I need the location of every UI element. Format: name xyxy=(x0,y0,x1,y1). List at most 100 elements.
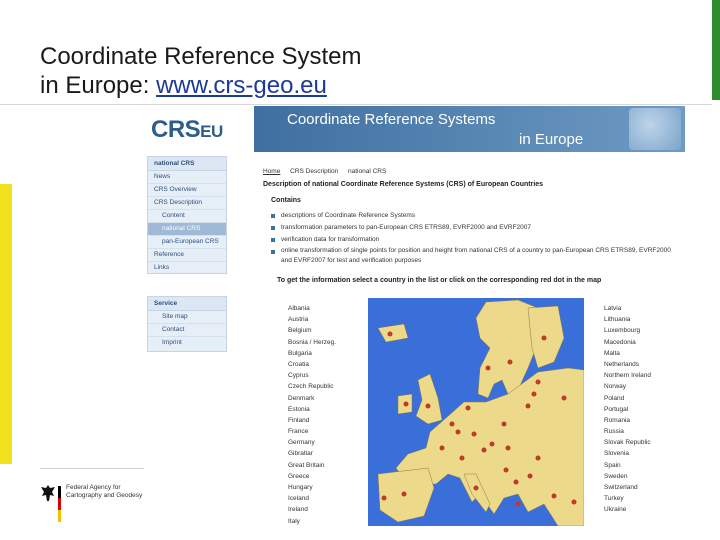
menu-item-news[interactable]: News xyxy=(148,171,226,184)
map-dot xyxy=(535,455,541,461)
map-dot xyxy=(513,479,519,485)
country-link[interactable]: Czech Republic xyxy=(288,381,336,392)
menu-header-national-crs: national CRS xyxy=(148,157,226,171)
accent-bar xyxy=(712,0,720,100)
map-dot xyxy=(505,445,511,451)
map-dot xyxy=(507,359,513,365)
map-dot xyxy=(465,405,471,411)
country-link[interactable]: Switzerland xyxy=(604,482,651,493)
map-dot xyxy=(527,473,533,479)
site-main: Home CRS Description national CRS Descri… xyxy=(257,152,685,526)
country-link[interactable]: Belgium xyxy=(288,325,336,336)
menu-item-reference[interactable]: Reference xyxy=(148,249,226,262)
eagle-icon xyxy=(41,485,55,501)
country-link[interactable]: Italy xyxy=(288,516,336,526)
country-link[interactable]: Latvia xyxy=(604,303,651,314)
country-link[interactable]: Slovak Republic xyxy=(604,437,651,448)
country-link[interactable]: Ukraine xyxy=(604,504,651,515)
site-logo-text: CRSEU xyxy=(151,116,223,144)
country-link[interactable]: Northern Ireland xyxy=(604,370,651,381)
europe-map[interactable] xyxy=(368,298,584,526)
country-link[interactable]: Luxembourg xyxy=(604,325,651,336)
country-link[interactable]: Poland xyxy=(604,393,651,404)
country-link[interactable]: Albania xyxy=(288,303,336,314)
country-link[interactable]: Portugal xyxy=(604,404,651,415)
land-great-britain xyxy=(415,373,443,425)
menu-item-contact[interactable]: Contact xyxy=(148,324,226,337)
country-link[interactable]: Denmark xyxy=(288,393,336,404)
main-menu: national CRS News CRS Overview CRS Descr… xyxy=(147,156,227,274)
map-land xyxy=(377,299,584,526)
map-dot xyxy=(425,403,431,409)
map-dot xyxy=(449,421,455,427)
country-link[interactable]: Bosnia / Herzeg. xyxy=(288,337,336,348)
breadcrumb: Home CRS Description national CRS xyxy=(263,168,394,175)
country-link[interactable]: Gibraltar xyxy=(288,448,336,459)
country-link[interactable]: Norway xyxy=(604,381,651,392)
country-link[interactable]: Austria xyxy=(288,314,336,325)
menu-item-pan-european-crs[interactable]: pan-European CRS xyxy=(148,236,226,249)
breadcrumb-home[interactable]: Home xyxy=(263,168,280,175)
content-item: online transformation of single points f… xyxy=(271,246,679,268)
map-dot xyxy=(439,445,445,451)
country-link[interactable]: Macedonia xyxy=(604,337,651,348)
footer-divider xyxy=(40,468,144,469)
map-dot xyxy=(489,441,495,447)
country-link[interactable]: France xyxy=(288,426,336,437)
slide-title: Coordinate Reference System in Europe: w… xyxy=(40,42,362,100)
country-link[interactable]: Romania xyxy=(604,415,651,426)
content-list: descriptions of Coordinate Reference Sys… xyxy=(271,210,679,268)
map-dot xyxy=(501,421,507,427)
country-link[interactable]: Turkey xyxy=(604,493,651,504)
menu-item-imprint[interactable]: Imprint xyxy=(148,337,226,350)
map-dot xyxy=(561,395,567,401)
country-link[interactable]: Cyprus xyxy=(288,370,336,381)
menu-item-national-crs[interactable]: national CRS xyxy=(148,223,226,236)
map-dot xyxy=(571,499,577,505)
country-link[interactable]: Greece xyxy=(288,471,336,482)
agency-name: Federal Agency for Cartography and Geode… xyxy=(66,484,143,499)
country-link[interactable]: Bulgaria xyxy=(288,348,336,359)
site-logo-suffix: EU xyxy=(200,122,223,141)
country-link[interactable]: Hungary xyxy=(288,482,336,493)
map-dot xyxy=(481,447,487,453)
site-logo[interactable]: CRSEU xyxy=(147,106,254,152)
country-link[interactable]: Great Britain xyxy=(288,460,336,471)
content-item: verification data for transformation xyxy=(271,234,679,246)
menu-item-links[interactable]: Links xyxy=(148,262,226,275)
breadcrumb-crs-description[interactable]: CRS Description xyxy=(290,168,338,175)
menu-header-service: Service xyxy=(148,297,226,311)
map-dot xyxy=(401,491,407,497)
contains-label: Contains xyxy=(271,197,301,204)
menu-item-site-map[interactable]: Site map xyxy=(148,311,226,324)
country-link[interactable]: Iceland xyxy=(288,493,336,504)
country-link[interactable]: Germany xyxy=(288,437,336,448)
country-link[interactable]: Estonia xyxy=(288,404,336,415)
menu-item-crs-description[interactable]: CRS Description xyxy=(148,197,226,210)
country-link[interactable]: Netherlands xyxy=(604,359,651,370)
country-link[interactable]: Ireland xyxy=(288,504,336,515)
menu-item-content[interactable]: Content xyxy=(148,210,226,223)
crs-geo-link[interactable]: www.crs-geo.eu xyxy=(156,72,327,99)
slide-title-line1: Coordinate Reference System xyxy=(40,43,362,70)
country-link[interactable]: Croatia xyxy=(288,359,336,370)
map-dot xyxy=(535,379,541,385)
banner-title-line1: Coordinate Reference Systems xyxy=(287,111,496,128)
globe-image xyxy=(629,108,681,150)
agency-logo: Federal Agency for Cartography and Geode… xyxy=(40,482,150,528)
service-menu: Service Site map Contact Imprint xyxy=(147,296,227,352)
country-link[interactable]: Spain xyxy=(604,460,651,471)
country-link[interactable]: Finland xyxy=(288,415,336,426)
country-list-left: Albania Austria Belgium Bosnia / Herzeg.… xyxy=(288,303,336,526)
country-link[interactable]: Sweden xyxy=(604,471,651,482)
site-sidebar: national CRS News CRS Overview CRS Descr… xyxy=(147,152,254,526)
country-link[interactable]: Slovenia xyxy=(604,448,651,459)
country-link[interactable]: Lithuania xyxy=(604,314,651,325)
menu-item-crs-overview[interactable]: CRS Overview xyxy=(148,184,226,197)
country-link[interactable]: Russia xyxy=(604,426,651,437)
land-iceland xyxy=(377,323,409,343)
site-banner: Coordinate Reference Systems in Europe xyxy=(254,106,685,152)
map-dot xyxy=(387,331,393,337)
country-link[interactable]: Malta xyxy=(604,348,651,359)
map-dot xyxy=(459,455,465,461)
